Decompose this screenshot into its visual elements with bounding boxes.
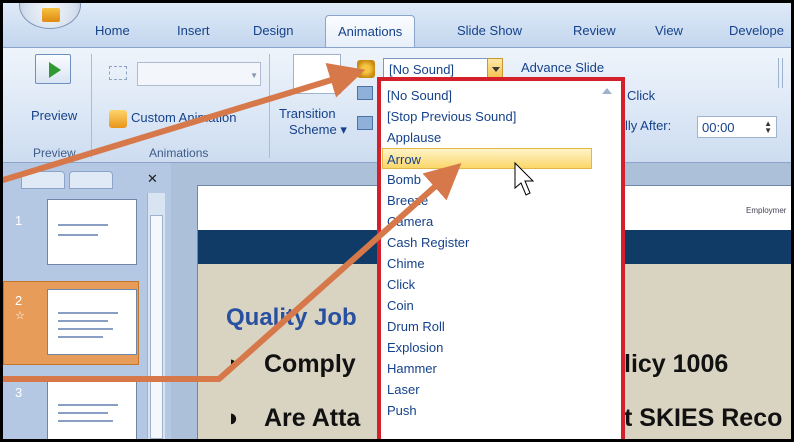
spinner-icon[interactable]: ▲ ▼	[764, 120, 772, 135]
sound-option[interactable]: Explosion	[378, 337, 622, 358]
sound-option[interactable]: Hammer	[378, 358, 622, 379]
sound-option[interactable]: Breeze	[378, 190, 622, 211]
slide-bullet: ◗ Comply	[226, 350, 356, 378]
slides-panel: ✕ 1 2 ☆ 3	[3, 163, 171, 439]
sound-option[interactable]: Camera	[378, 211, 622, 232]
tab-design[interactable]: Design	[253, 23, 293, 38]
tab-home[interactable]: Home	[95, 23, 130, 38]
slide-bullet-continued: t SKIES Reco	[624, 404, 783, 432]
thumb-line	[58, 404, 118, 406]
scroll-up-icon[interactable]	[602, 88, 612, 94]
sound-option[interactable]: Arrow	[382, 148, 592, 169]
custom-animation-button[interactable]: Custom Animation	[131, 110, 237, 125]
scroll-thumb[interactable]	[150, 215, 163, 439]
slide-thumbnail-1[interactable]	[47, 199, 137, 265]
thumb-line	[58, 420, 113, 422]
transition-scheme-button[interactable]: Transition	[279, 106, 336, 121]
sound-option[interactable]: Click	[378, 274, 622, 295]
star-icon: ☆	[15, 310, 25, 322]
sound-option[interactable]: Drum Roll	[378, 316, 622, 337]
thumb-line	[58, 234, 98, 236]
slide-number: 1	[15, 213, 23, 228]
ribbon-scroll-icon[interactable]	[778, 58, 783, 88]
sound-option[interactable]: Coin	[378, 295, 622, 316]
custom-animation-icon	[109, 110, 127, 128]
chevron-down-icon[interactable]	[487, 58, 503, 80]
thumb-line	[58, 320, 108, 322]
animate-select[interactable]: ▼	[137, 62, 261, 86]
group-separator	[269, 54, 270, 158]
slide-bullet: ◗ Are Atta	[226, 404, 361, 432]
slide-title: Quality Job	[226, 304, 357, 331]
group-separator	[91, 54, 92, 158]
thumb-line	[58, 336, 103, 338]
preview-button[interactable]: Preview	[31, 108, 77, 123]
tab-slide-show[interactable]: Slide Show	[457, 23, 522, 38]
tab-outline[interactable]	[69, 171, 113, 189]
transition-sound-icon	[357, 60, 375, 78]
sound-option[interactable]: Laser	[378, 379, 622, 400]
thumb-line	[58, 328, 113, 330]
sound-option[interactable]: Cash Register	[378, 232, 622, 253]
transition-sound-dropdown[interactable]: [No Sound] [Stop Previous Sound] Applause A…	[377, 78, 623, 439]
slide-header-text: Employmer	[746, 206, 787, 215]
ribbon-tab-bar: Home Insert Design Animations Slide Show…	[3, 3, 791, 49]
thumb-line	[58, 224, 108, 226]
powerpoint-window: Home Insert Design Animations Slide Show…	[0, 0, 794, 442]
animations-group-label: Animations	[149, 146, 209, 160]
automatically-after-label[interactable]: lly After:	[625, 118, 671, 133]
tab-review[interactable]: Review	[573, 23, 616, 38]
panel-tabs	[21, 171, 141, 189]
slide-thumbnail-3[interactable]	[47, 381, 137, 439]
tab-view[interactable]: View	[655, 23, 683, 38]
tab-insert[interactable]: Insert	[177, 23, 210, 38]
chevron-down-icon: ▼	[250, 71, 258, 80]
office-logo-icon	[42, 8, 60, 22]
transition-scheme-button-line2[interactable]: Scheme ▾	[289, 122, 347, 138]
preview-group-label: Preview	[33, 146, 76, 160]
thumb-line	[58, 312, 118, 314]
slide-number: 2	[15, 293, 23, 308]
sound-option[interactable]: [Stop Previous Sound]	[378, 106, 622, 127]
panel-scrollbar[interactable]	[147, 193, 165, 439]
animate-icon	[109, 66, 127, 80]
advance-slide-label: Advance Slide	[521, 60, 605, 75]
transition-speed-icon	[357, 86, 373, 100]
tab-slides[interactable]	[21, 171, 65, 189]
automatically-after-input[interactable]: 00:00 ▲ ▼	[697, 116, 777, 138]
thumb-line	[58, 412, 108, 414]
slide-number: 3	[15, 385, 23, 400]
sound-option[interactable]: [No Sound]	[378, 85, 622, 106]
close-icon[interactable]: ✕	[147, 171, 158, 187]
on-mouse-click-label[interactable]: Click	[627, 88, 655, 103]
apply-to-all-icon[interactable]	[357, 116, 373, 130]
sound-option[interactable]: Applause	[378, 127, 622, 148]
preview-icon[interactable]	[35, 54, 71, 84]
transition-scheme-icon[interactable]	[293, 54, 341, 94]
tab-animations[interactable]: Animations	[325, 15, 416, 49]
transition-sound-select[interactable]: [No Sound]	[383, 58, 503, 80]
slide-bullet-continued: licy 1006	[624, 350, 729, 378]
sound-option[interactable]: Bomb	[378, 169, 622, 190]
sound-option[interactable]: Push	[378, 400, 622, 421]
tab-developer[interactable]: Develope	[729, 23, 784, 38]
slide-thumbnail-2[interactable]	[47, 289, 137, 355]
sound-option[interactable]: Chime	[378, 253, 622, 274]
